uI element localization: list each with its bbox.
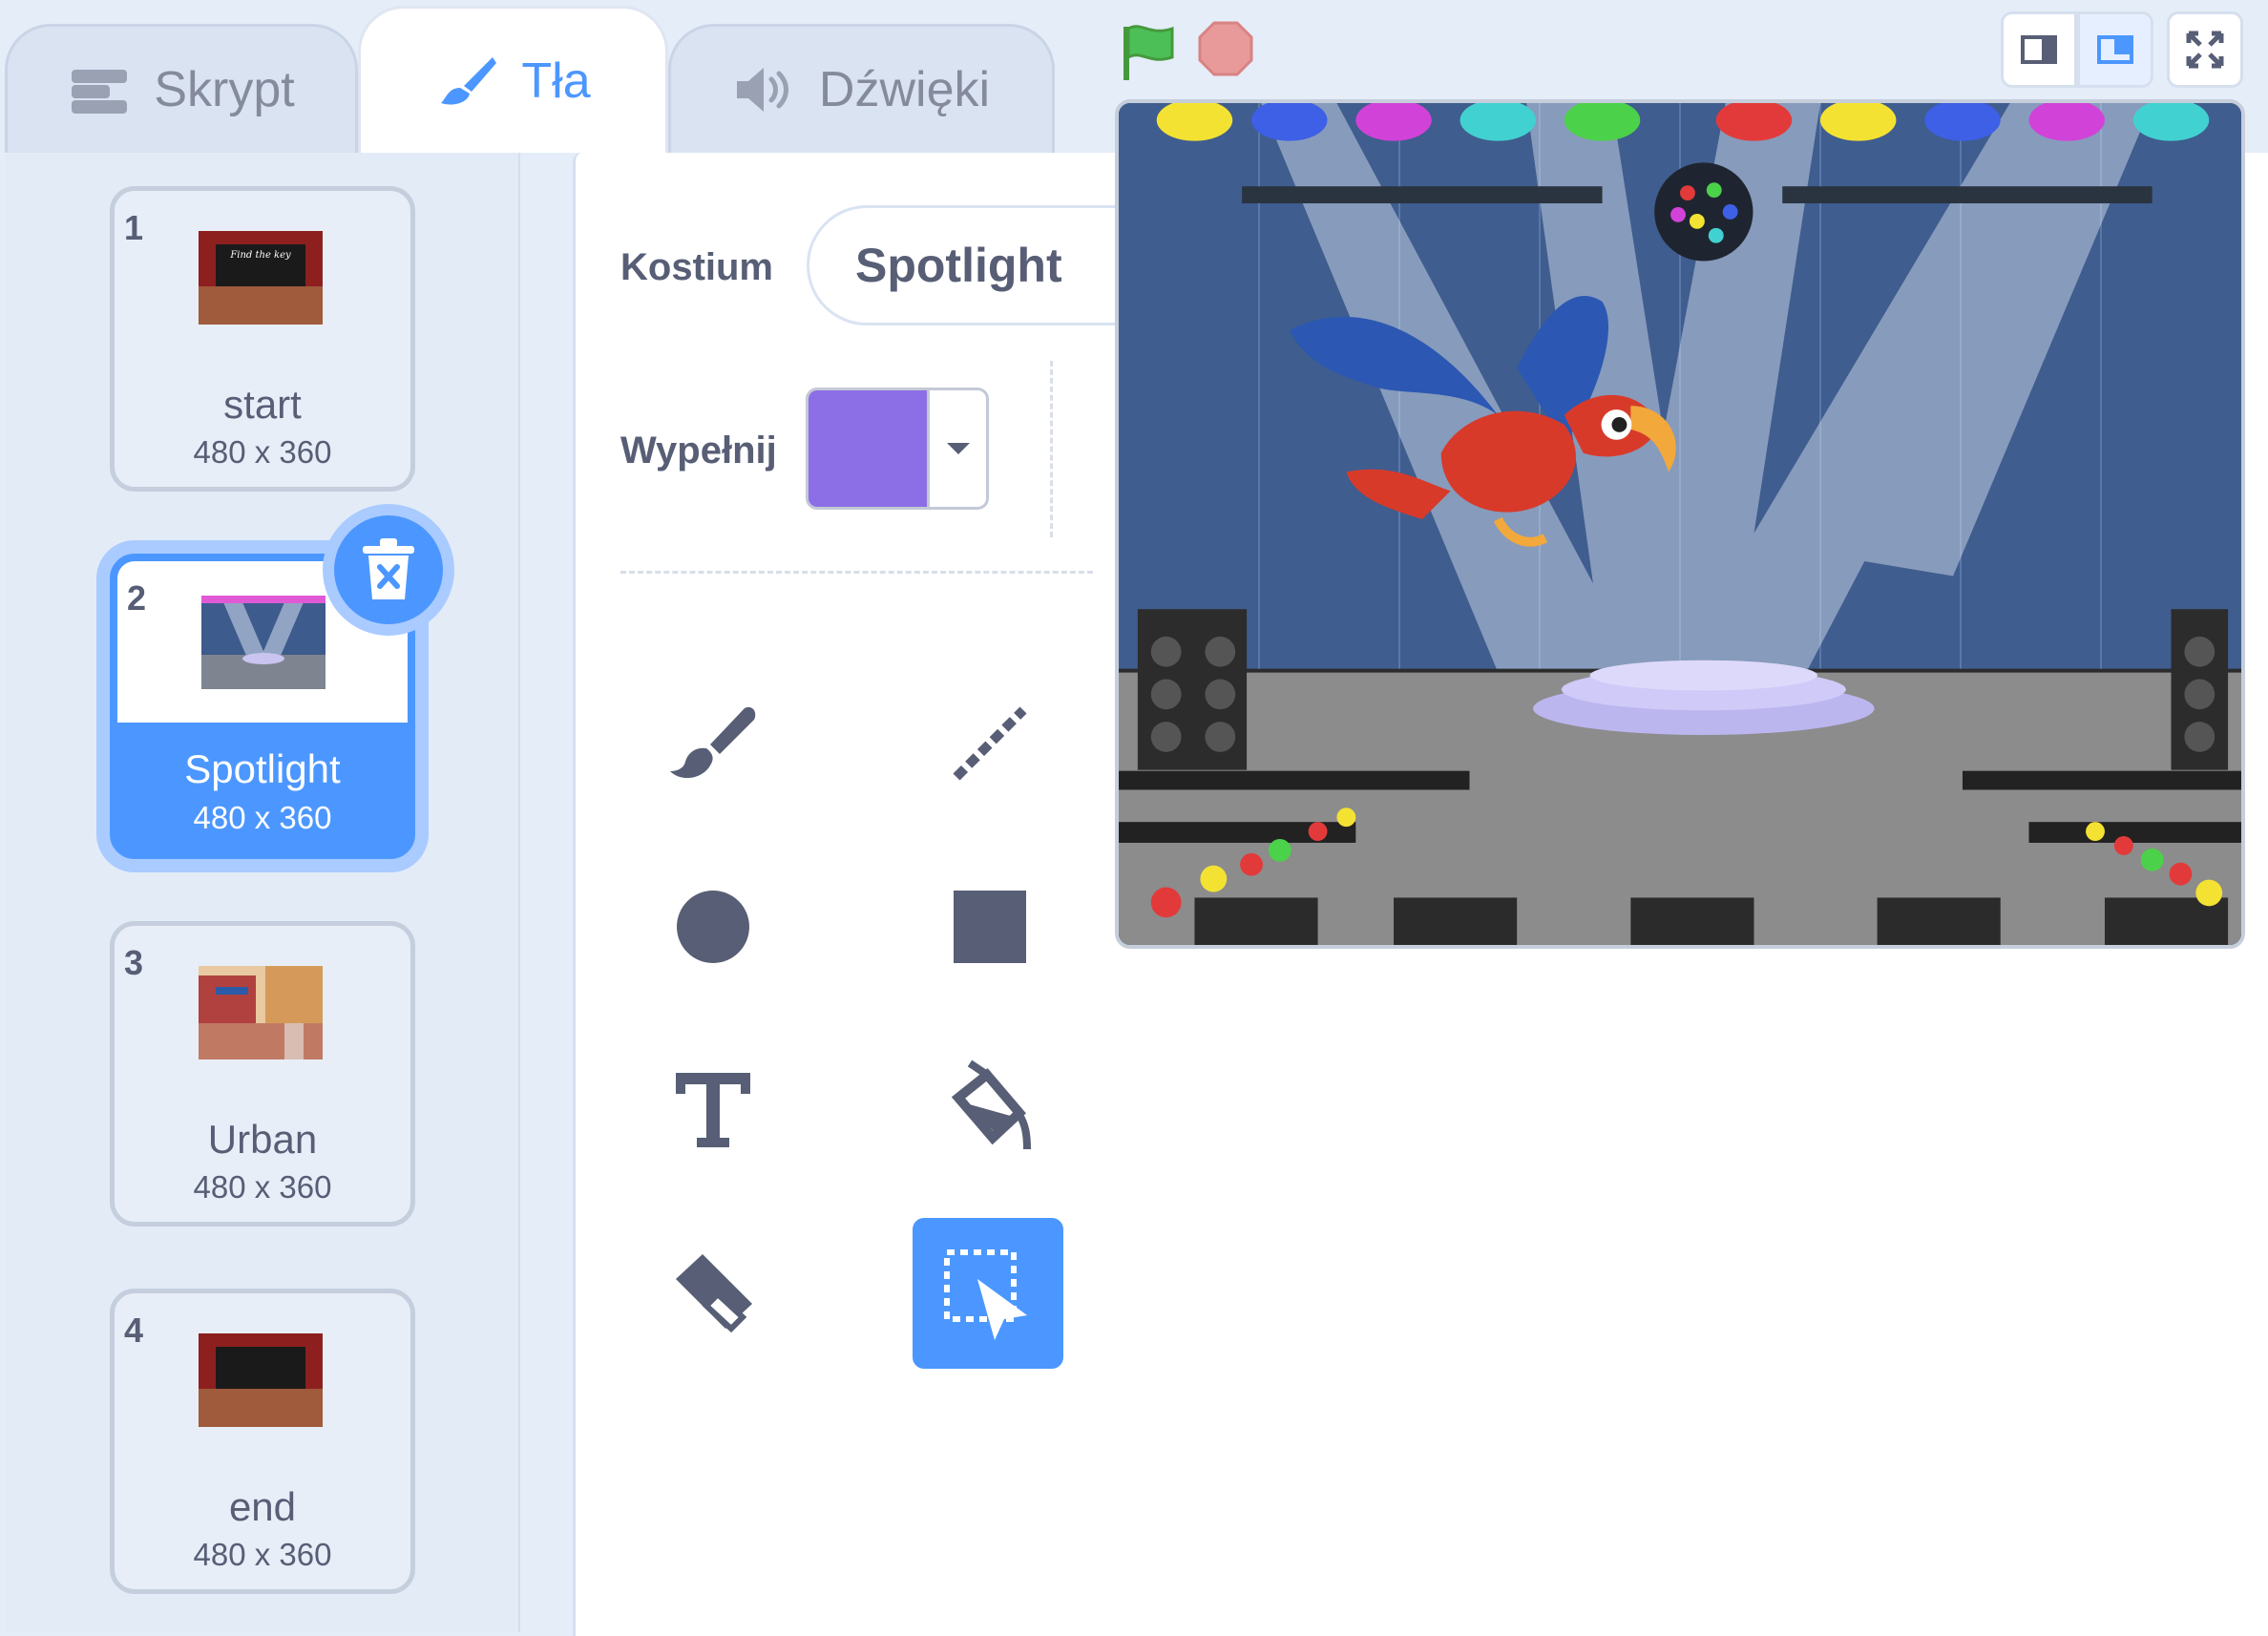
eraser-icon bbox=[676, 1254, 752, 1333]
backdrop-name: Urban bbox=[207, 1117, 318, 1162]
stage-canvas[interactable] bbox=[1115, 99, 2245, 949]
backdrop-size: 480 x 360 bbox=[193, 1537, 332, 1572]
backdrop-number: 2 bbox=[127, 578, 147, 618]
text-icon bbox=[676, 1073, 750, 1147]
trash-icon bbox=[363, 538, 414, 599]
rectangle-tool[interactable] bbox=[914, 851, 1065, 1002]
backdrop-thumbnail bbox=[201, 596, 326, 689]
tab-backdrops-label: Tła bbox=[521, 52, 591, 109]
normal-stage-button[interactable] bbox=[2077, 11, 2153, 88]
small-stage-button[interactable] bbox=[2001, 11, 2077, 88]
code-icon bbox=[72, 70, 128, 114]
backdrop-item-urban[interactable]: 3 Urban 480 x 360 bbox=[110, 921, 415, 1227]
backdrop-number: 4 bbox=[124, 1311, 144, 1350]
green-flag-icon[interactable] bbox=[1117, 21, 1180, 84]
backdrop-item-start[interactable]: 1 Find the key start 480 x 360 bbox=[110, 186, 415, 492]
select-tool[interactable] bbox=[913, 1218, 1063, 1369]
delete-backdrop-button[interactable] bbox=[334, 515, 443, 624]
backdrop-name: start bbox=[223, 382, 302, 427]
tab-code-label: Skrypt bbox=[154, 62, 295, 117]
mode-divider bbox=[620, 571, 1093, 574]
brush-tool[interactable] bbox=[638, 668, 788, 819]
fill-label: Wypełnij bbox=[620, 430, 777, 472]
eraser-tool[interactable] bbox=[638, 1218, 788, 1369]
fill-color-swatch bbox=[808, 390, 930, 507]
backdrop-size: 480 x 360 bbox=[193, 434, 332, 470]
spotlight-stage-scene bbox=[1119, 103, 2241, 945]
svg-text:Find the key: Find the key bbox=[229, 250, 291, 261]
normal-stage-icon bbox=[2097, 35, 2133, 64]
costume-label: Kostium bbox=[620, 246, 773, 288]
paint-bucket-icon bbox=[951, 1059, 1031, 1150]
fill-color-picker[interactable] bbox=[806, 388, 989, 510]
line-icon bbox=[953, 706, 1027, 781]
backdrop-list: 1 Find the key start 480 x 360 2 Spotlig… bbox=[5, 153, 520, 1632]
backdrop-thumbnail bbox=[199, 966, 323, 1059]
fullscreen-icon bbox=[2186, 31, 2224, 69]
backdrop-thumbnail bbox=[199, 1333, 323, 1427]
backdrop-item-end[interactable]: 4 end 480 x 360 bbox=[110, 1289, 415, 1594]
tab-sounds[interactable]: Dźwięki bbox=[668, 24, 1055, 153]
small-stage-icon bbox=[2021, 35, 2057, 64]
backdrop-size: 480 x 360 bbox=[193, 1169, 332, 1205]
tab-backdrops[interactable]: Tła bbox=[358, 6, 668, 153]
circle-tool[interactable] bbox=[638, 851, 788, 1002]
circle-icon bbox=[677, 891, 749, 963]
tab-code[interactable]: Skrypt bbox=[5, 24, 358, 153]
chevron-down-icon bbox=[930, 390, 986, 507]
stop-icon[interactable] bbox=[1198, 21, 1253, 76]
backdrop-number: 1 bbox=[124, 208, 144, 247]
select-cursor-icon bbox=[944, 1249, 1027, 1340]
backdrop-thumbnail: Find the key bbox=[199, 231, 323, 325]
backdrop-number: 3 bbox=[124, 943, 144, 982]
rectangle-icon bbox=[954, 891, 1026, 963]
text-tool[interactable] bbox=[638, 1035, 788, 1185]
brush-icon bbox=[441, 56, 497, 105]
backdrop-name: Spotlight bbox=[184, 746, 341, 791]
toolbar-divider bbox=[1050, 361, 1053, 537]
backdrop-size: 480 x 360 bbox=[193, 800, 332, 835]
backdrop-name: end bbox=[228, 1484, 297, 1529]
line-tool[interactable] bbox=[914, 668, 1065, 819]
brush-icon bbox=[670, 706, 756, 779]
speaker-icon bbox=[736, 68, 788, 112]
tab-sounds-label: Dźwięki bbox=[818, 62, 991, 117]
fill-tool[interactable] bbox=[914, 1035, 1065, 1185]
fullscreen-button[interactable] bbox=[2167, 11, 2243, 88]
